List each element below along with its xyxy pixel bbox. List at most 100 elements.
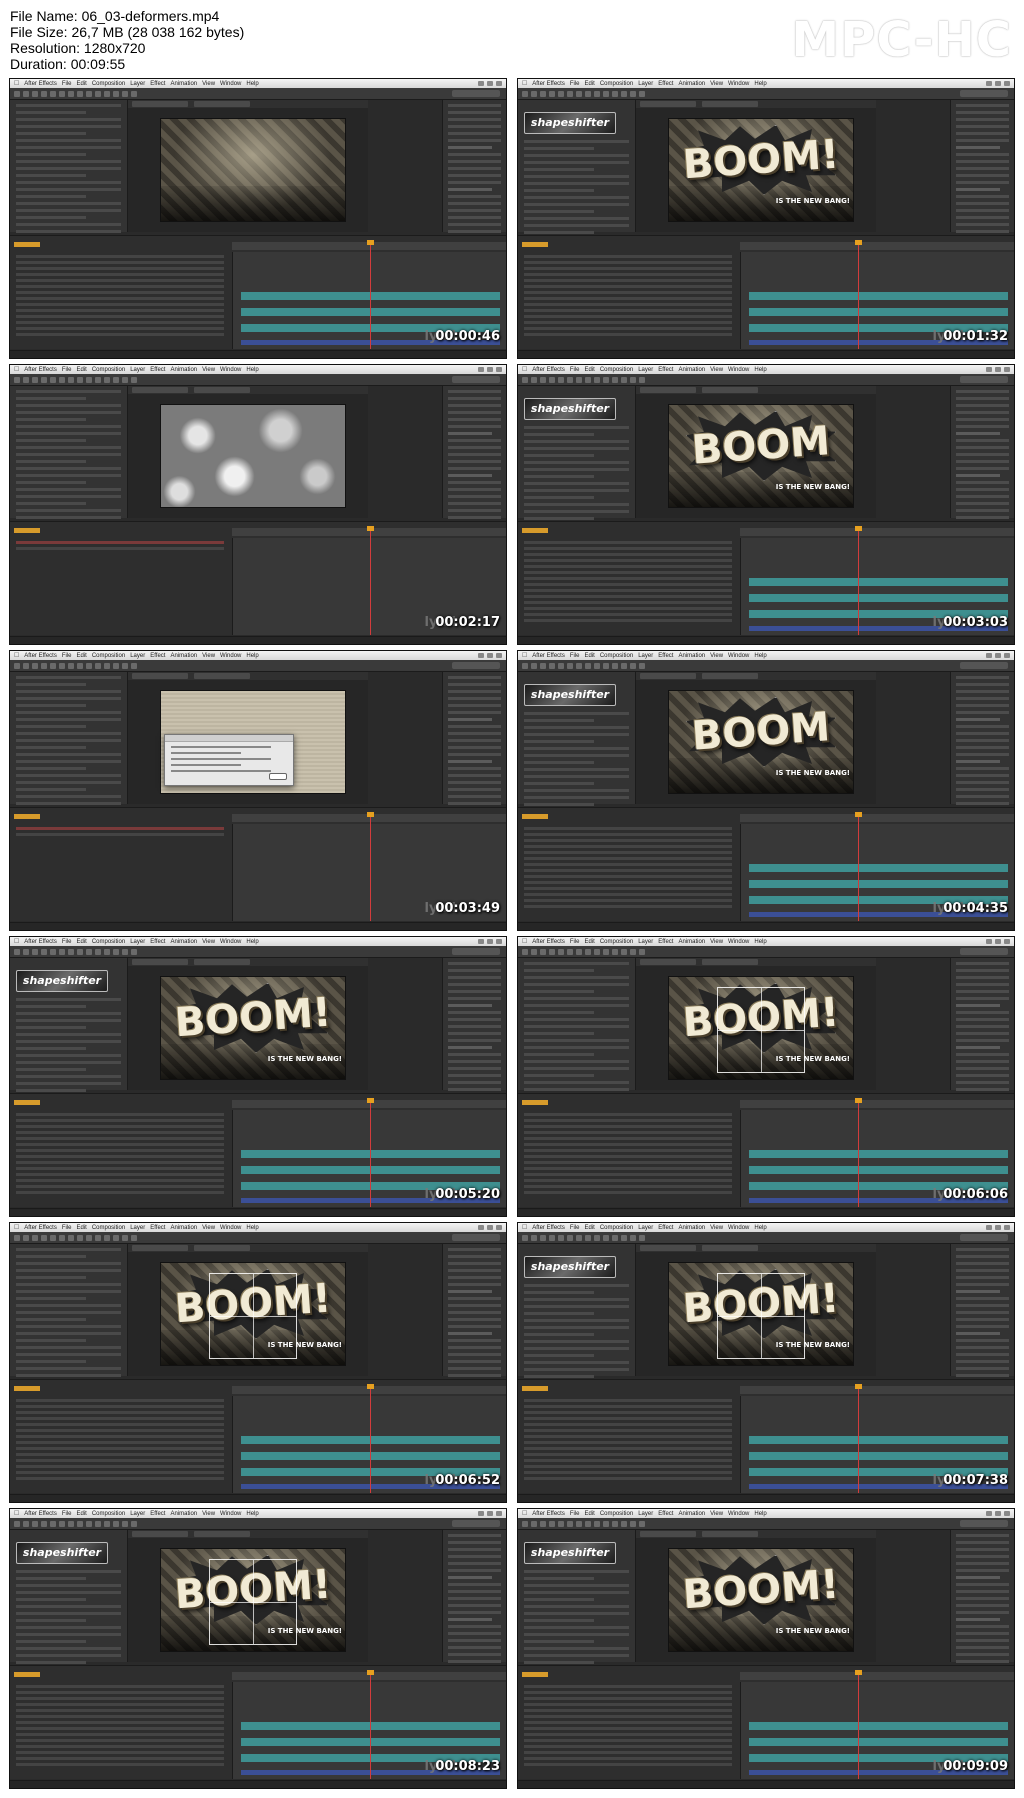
video-thumbnail: After EffectsFileEditCompositionLayerEf… [9, 650, 507, 931]
tray-icon [995, 81, 1001, 86]
tool-icon [594, 1234, 600, 1241]
panel-row [524, 1619, 595, 1622]
panel-row [956, 1032, 1009, 1035]
panel-row [16, 118, 121, 121]
panel-row [956, 795, 1009, 798]
layer-row [524, 1185, 732, 1188]
layer-row [524, 291, 732, 294]
viewer-tab [702, 959, 758, 965]
player-brand-logo: MPC-HC [791, 12, 1012, 68]
layer-row [16, 273, 224, 276]
panel-row [16, 711, 121, 714]
panel-row [448, 397, 501, 400]
menu-item: File [56, 80, 72, 87]
panel-row [956, 1325, 1009, 1328]
panel-row [448, 676, 501, 679]
layer-row [16, 827, 224, 830]
tool-icon [630, 662, 636, 669]
panel-row [524, 1654, 629, 1657]
composition-frame: BOOM! IS THE NEW BANG! [668, 118, 854, 222]
menu-item: Help [241, 1510, 258, 1517]
menu-item: Layer [632, 1510, 653, 1517]
tray-icon [487, 939, 493, 944]
panel-row [448, 474, 493, 477]
tool-icon [630, 90, 636, 97]
layer-row [524, 571, 732, 574]
panel-row [16, 146, 121, 149]
panel-row [956, 223, 1009, 226]
panel-row [448, 732, 501, 735]
composition-frame: BOOM! IS THE NEW BANG! [160, 1548, 346, 1652]
layer-row [524, 1131, 732, 1134]
viewer-tabs [128, 958, 368, 966]
boom-title: BOOM! [173, 989, 333, 1047]
tools-toolbar [518, 1518, 1014, 1530]
app-menubar: After EffectsFileEditCompositionLayerEf… [10, 1509, 506, 1518]
layer-row [524, 1465, 732, 1468]
layer-row [16, 1441, 224, 1444]
panel-row [16, 1591, 121, 1594]
menu-item: Layer [632, 80, 653, 87]
layer-duration-bar [749, 308, 1008, 316]
project-panel: shapeshifter [518, 100, 636, 234]
apple-icon:  [14, 366, 19, 373]
layer-row [16, 1459, 224, 1462]
panel-row [956, 746, 1009, 749]
app-menubar: After EffectsFileEditCompositionLayerEf… [10, 365, 506, 374]
tagline-text: IS THE NEW BANG! [775, 196, 851, 205]
layer-row [16, 1137, 224, 1140]
panel-row [956, 1081, 1009, 1084]
app-menubar: After EffectsFileEditCompositionLayerEf… [518, 651, 1014, 660]
layer-row [524, 845, 732, 848]
panel-row [956, 1318, 1009, 1321]
tool-icon [639, 1234, 645, 1241]
panel-row [524, 161, 629, 164]
layer-row [524, 899, 732, 902]
tool-icon [612, 376, 618, 383]
panel-row [16, 1367, 121, 1370]
tool-icon [131, 90, 137, 97]
panel-row [448, 1297, 501, 1300]
tool-icon [594, 1520, 600, 1527]
panel-row [448, 1046, 493, 1049]
tool-icon [23, 1520, 29, 1527]
panel-row [448, 1053, 501, 1056]
panel-row [16, 1332, 121, 1335]
panel-row [524, 147, 595, 150]
panel-row [956, 983, 1009, 986]
effects-presets-panel [442, 100, 506, 254]
panel-row [448, 1088, 501, 1091]
panel-row [448, 788, 501, 791]
layer-row [16, 291, 224, 294]
panel-row [956, 1548, 1009, 1551]
app-menubar: After EffectsFileEditCompositionLayerEf… [10, 79, 506, 88]
timecode-display [14, 1672, 40, 1677]
tool-icon [32, 662, 38, 669]
panel-row [448, 495, 501, 498]
tool-icon [104, 662, 110, 669]
tool-icon [77, 90, 83, 97]
tray-icon [986, 1511, 992, 1516]
tool-icon [522, 376, 528, 383]
panel-row [16, 760, 121, 763]
menu-item: Animation [165, 1224, 197, 1231]
panel-row [448, 774, 501, 777]
layer-row [524, 1763, 732, 1766]
panel-row [956, 209, 1009, 212]
tagline-text: IS THE NEW BANG! [775, 482, 851, 491]
panel-row [448, 969, 501, 972]
panel-row [956, 1576, 1001, 1579]
tray-icon [1004, 367, 1010, 372]
panel-row [448, 460, 501, 463]
panel-row [16, 1626, 121, 1629]
tool-icon [540, 1520, 546, 1527]
tool-icon [77, 948, 83, 955]
tray-icon [487, 81, 493, 86]
menu-item: Window [214, 1224, 241, 1231]
viewer-tab [640, 101, 696, 107]
layer-row [16, 1715, 224, 1718]
panel-row [16, 746, 87, 749]
workspace-selector [960, 1234, 1008, 1241]
layer-row [524, 267, 732, 270]
panel-row [956, 516, 1009, 519]
